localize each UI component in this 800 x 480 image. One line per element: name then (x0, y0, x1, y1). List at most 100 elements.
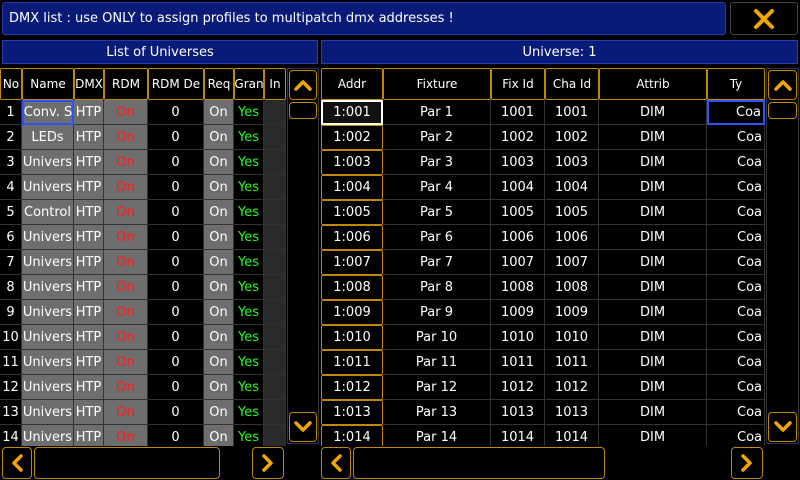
cell-no[interactable]: 2 (0, 125, 22, 150)
cell-cha-id[interactable]: 1006 (545, 225, 599, 250)
patch-row[interactable]: 1:008 Par 8 1008 1008 DIM Coa (321, 275, 765, 300)
cell-rdm[interactable]: On (104, 150, 148, 175)
cell-attrib[interactable]: DIM (599, 300, 707, 325)
cell-req[interactable]: On (204, 375, 234, 400)
cell-req[interactable]: On (204, 200, 234, 225)
cell-addr[interactable]: 1:005 (321, 200, 383, 225)
universes-scroll-down-button[interactable] (289, 412, 317, 442)
cell-name[interactable]: Univers (22, 300, 74, 325)
cell-rdm-de[interactable]: 0 (148, 375, 204, 400)
universes-scroll-thumb[interactable] (289, 102, 317, 119)
cell-rdm-de[interactable]: 0 (148, 200, 204, 225)
cell-rdm-de[interactable]: 0 (148, 300, 204, 325)
universes-scroll-up-button[interactable] (289, 70, 317, 100)
cell-name[interactable]: Conv. S (22, 100, 74, 125)
cell-fix-id[interactable]: 1003 (491, 150, 545, 175)
patch-scroll-thumb[interactable] (768, 102, 797, 119)
patch-row[interactable]: 1:002 Par 2 1002 1002 DIM Coa (321, 125, 765, 150)
cell-type[interactable]: Coa (707, 100, 765, 125)
cell-name[interactable]: LEDs (22, 125, 74, 150)
patch-scroll-down-button[interactable] (768, 412, 797, 442)
cell-attrib[interactable]: DIM (599, 150, 707, 175)
cell-name[interactable]: Univers (22, 150, 74, 175)
cell-cha-id[interactable]: 1002 (545, 125, 599, 150)
cell-req[interactable]: On (204, 225, 234, 250)
cell-addr[interactable]: 1:012 (321, 375, 383, 400)
cell-type[interactable]: Coa (707, 175, 765, 200)
patch-row[interactable]: 1:001 Par 1 1001 1001 DIM Coa (321, 100, 765, 125)
cell-fixture[interactable]: Par 1 (383, 100, 491, 125)
cell-no[interactable]: 13 (0, 400, 22, 425)
patch-row[interactable]: 1:010 Par 10 1010 1010 DIM Coa (321, 325, 765, 350)
cell-rdm-de[interactable]: 0 (148, 325, 204, 350)
cell-gran[interactable]: Yes (234, 425, 264, 446)
cell-type[interactable]: Coa (707, 400, 765, 425)
cell-dmx[interactable]: HTP (74, 400, 104, 425)
cell-attrib[interactable]: DIM (599, 375, 707, 400)
universe-row[interactable]: 8 Univers HTP On 0 On Yes (0, 275, 286, 300)
cell-cha-id[interactable]: 1008 (545, 275, 599, 300)
cell-rdm[interactable]: On (104, 375, 148, 400)
cell-type[interactable]: Coa (707, 325, 765, 350)
col-header-gran[interactable]: Gran (234, 68, 264, 100)
cell-rdm[interactable]: On (104, 400, 148, 425)
cell-rdm[interactable]: On (104, 350, 148, 375)
col-header-attrib[interactable]: Attrib (599, 68, 707, 100)
universe-row[interactable]: 9 Univers HTP On 0 On Yes (0, 300, 286, 325)
cell-rdm[interactable]: On (104, 200, 148, 225)
cell-dmx[interactable]: HTP (74, 175, 104, 200)
patch-row[interactable]: 1:007 Par 7 1007 1007 DIM Coa (321, 250, 765, 275)
close-button[interactable] (730, 2, 798, 35)
cell-rdm-de[interactable]: 0 (148, 275, 204, 300)
cell-no[interactable]: 8 (0, 275, 22, 300)
cell-dmx[interactable]: HTP (74, 200, 104, 225)
cell-addr[interactable]: 1:011 (321, 350, 383, 375)
cell-type[interactable]: Coa (707, 250, 765, 275)
cell-fixture[interactable]: Par 4 (383, 175, 491, 200)
patch-hscroll[interactable] (321, 447, 765, 479)
cell-no[interactable]: 12 (0, 375, 22, 400)
cell-in[interactable] (264, 225, 286, 250)
cell-fix-id[interactable]: 1008 (491, 275, 545, 300)
cell-fixture[interactable]: Par 2 (383, 125, 491, 150)
universe-row[interactable]: 13 Univers HTP On 0 On Yes (0, 400, 286, 425)
cell-req[interactable]: On (204, 150, 234, 175)
cell-req[interactable]: On (204, 275, 234, 300)
cell-name[interactable]: Univers (22, 325, 74, 350)
universe-row[interactable]: 3 Univers HTP On 0 On Yes (0, 150, 286, 175)
cell-attrib[interactable]: DIM (599, 400, 707, 425)
cell-in[interactable] (264, 350, 286, 375)
universe-row[interactable]: 12 Univers HTP On 0 On Yes (0, 375, 286, 400)
cell-gran[interactable]: Yes (234, 150, 264, 175)
patch-row[interactable]: 1:003 Par 3 1003 1003 DIM Coa (321, 150, 765, 175)
cell-rdm[interactable]: On (104, 175, 148, 200)
cell-name[interactable]: Univers (22, 400, 74, 425)
cell-fixture[interactable]: Par 14 (383, 425, 491, 446)
cell-addr[interactable]: 1:010 (321, 325, 383, 350)
cell-attrib[interactable]: DIM (599, 125, 707, 150)
cell-addr[interactable]: 1:002 (321, 125, 383, 150)
cell-attrib[interactable]: DIM (599, 275, 707, 300)
patch-row[interactable]: 1:006 Par 6 1006 1006 DIM Coa (321, 225, 765, 250)
col-header-fixture[interactable]: Fixture (383, 68, 491, 100)
universes-vscroll[interactable] (287, 68, 319, 444)
cell-rdm-de[interactable]: 0 (148, 175, 204, 200)
cell-no[interactable]: 5 (0, 200, 22, 225)
cell-gran[interactable]: Yes (234, 200, 264, 225)
cell-attrib[interactable]: DIM (599, 225, 707, 250)
cell-type[interactable]: Coa (707, 350, 765, 375)
patch-row[interactable]: 1:005 Par 5 1005 1005 DIM Coa (321, 200, 765, 225)
cell-addr[interactable]: 1:004 (321, 175, 383, 200)
cell-in[interactable] (264, 375, 286, 400)
universe-row[interactable]: 11 Univers HTP On 0 On Yes (0, 350, 286, 375)
cell-cha-id[interactable]: 1001 (545, 100, 599, 125)
cell-name[interactable]: Univers (22, 275, 74, 300)
cell-fixture[interactable]: Par 9 (383, 300, 491, 325)
cell-dmx[interactable]: HTP (74, 250, 104, 275)
col-header-addr[interactable]: Addr (321, 68, 383, 100)
cell-fix-id[interactable]: 1004 (491, 175, 545, 200)
cell-no[interactable]: 4 (0, 175, 22, 200)
cell-gran[interactable]: Yes (234, 375, 264, 400)
cell-addr[interactable]: 1:001 (321, 100, 383, 125)
cell-rdm[interactable]: On (104, 250, 148, 275)
